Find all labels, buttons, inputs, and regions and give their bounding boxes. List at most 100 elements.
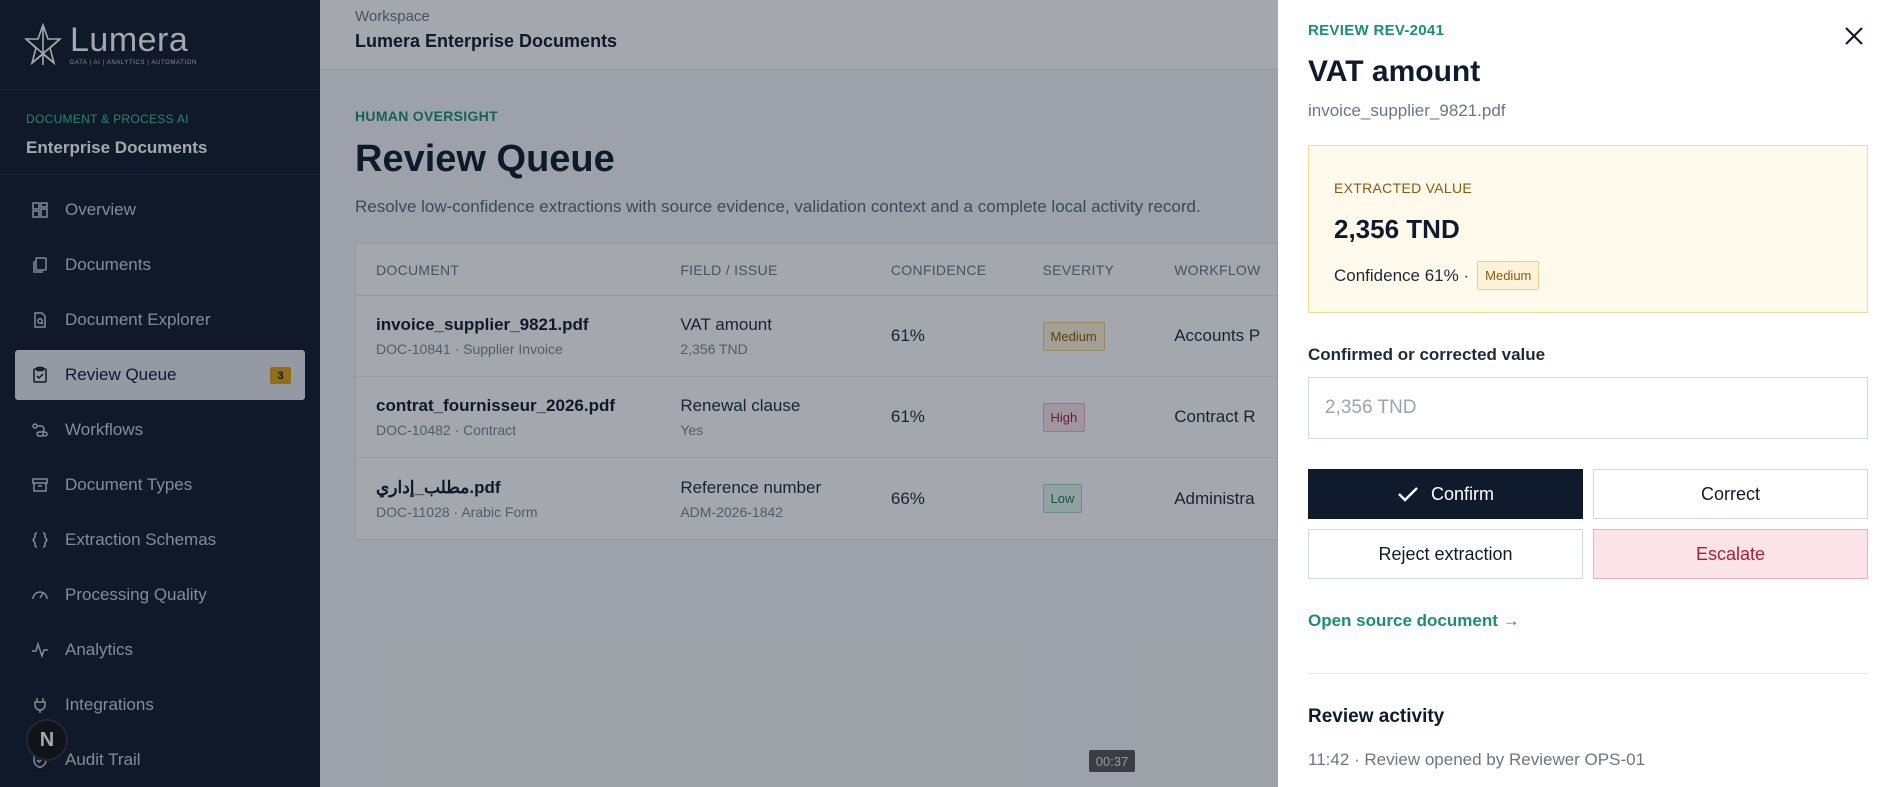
nextjs-dev-icon[interactable]: N — [26, 719, 68, 761]
correct-button[interactable]: Correct — [1593, 469, 1868, 519]
sidebar-item-label: Analytics — [65, 640, 134, 659]
column-header-field[interactable]: FIELD / ISSUE — [680, 262, 891, 278]
column-header-confidence[interactable]: CONFIDENCE — [891, 262, 1043, 278]
documents-icon — [31, 256, 49, 274]
sidebar-item-analytics[interactable]: Analytics — [15, 625, 305, 675]
file-search-icon — [31, 311, 49, 329]
confirm-button[interactable]: Confirm — [1308, 469, 1583, 519]
field-name: VAT amount — [680, 315, 772, 334]
sidebar-item-label: Integrations — [65, 695, 154, 714]
field-value: ADM-2026-1842 — [680, 503, 784, 520]
review-queue-page: HUMAN OVERSIGHT Review Queue Resolve low… — [320, 70, 1278, 578]
activity-icon — [31, 641, 49, 659]
grid-icon — [31, 201, 49, 219]
workflow-icon — [31, 421, 49, 439]
clipboard-check-icon — [31, 366, 49, 384]
activity-heading: Review activity — [1308, 706, 1445, 727]
gauge-icon — [31, 586, 49, 604]
sidebar-nav: Overview Documents Document Explorer Rev… — [0, 175, 320, 785]
corrected-value-input[interactable] — [1308, 377, 1868, 439]
workflow-name: Contract R — [1174, 407, 1256, 426]
severity-badge: Medium — [1042, 321, 1105, 351]
severity-badge: Medium — [1477, 261, 1540, 290]
archive-icon — [31, 476, 49, 494]
table-row[interactable]: invoice_supplier_9821.pdf DOC-10841 · Su… — [356, 296, 1277, 377]
workflow-name: Accounts P — [1174, 326, 1261, 345]
sidebar-item-overview[interactable]: Overview — [15, 185, 305, 235]
section-kicker: DOCUMENT & PROCESS AI — [26, 112, 189, 126]
open-source-link[interactable]: Open source document → — [1308, 611, 1520, 631]
column-header-severity[interactable]: SEVERITY — [1043, 262, 1175, 278]
sidebar-item-document-types[interactable]: Document Types — [15, 460, 305, 510]
sidebar-item-review-queue[interactable]: Review Queue 3 — [15, 350, 305, 400]
workspace-label: Workspace — [355, 8, 430, 25]
sidebar-item-label: Extraction Schemas — [65, 530, 217, 549]
main-content: Workspace Lumera Enterprise Documents HU… — [320, 0, 1278, 787]
video-timer: 00:37 — [1089, 750, 1135, 772]
confidence-value: 61% — [890, 326, 925, 345]
activity-item: 11:42 · Review opened by Reviewer OPS-01 — [1308, 750, 1646, 769]
brand-logo[interactable]: Lumera DATA | AI | ANALYTICS | AUTOMATIO… — [0, 0, 320, 90]
table-row[interactable]: مطلب_إداري.pdf DOC-11028 · Arabic Form R… — [356, 458, 1277, 539]
escalate-button[interactable]: Escalate — [1593, 529, 1868, 579]
field-value: 2,356 TND — [680, 341, 748, 357]
sidebar-item-label: Audit Trail — [65, 750, 141, 769]
sidebar-item-extraction-schemas[interactable]: Extraction Schemas — [15, 515, 305, 565]
sidebar-item-label: Documents — [65, 255, 151, 274]
sidebar: Lumera DATA | AI | ANALYTICS | AUTOMATIO… — [0, 0, 320, 787]
section-title: Enterprise Documents — [26, 138, 208, 157]
drawer-filename: invoice_supplier_9821.pdf — [1308, 101, 1506, 120]
extracted-value-label: EXTRACTED VALUE — [1334, 180, 1473, 196]
sidebar-item-label: Review Queue — [65, 365, 177, 384]
document-meta: DOC-10841 · Supplier Invoice — [376, 341, 563, 357]
divider — [1308, 673, 1868, 674]
document-meta: DOC-10482 · Contract — [376, 422, 517, 438]
page-description: Resolve low-confidence extractions with … — [355, 197, 1201, 216]
field-name: Reference number — [680, 477, 822, 497]
sidebar-section: DOCUMENT & PROCESS AI Enterprise Documen… — [0, 90, 320, 175]
brand-name: Lumera — [70, 21, 189, 59]
drawer-title: VAT amount — [1308, 55, 1481, 88]
severity-badge: Low — [1042, 484, 1083, 513]
sidebar-item-label: Document Explorer — [65, 310, 211, 329]
review-count-badge: 3 — [270, 367, 291, 384]
reject-button[interactable]: Reject extraction — [1308, 529, 1583, 579]
check-icon — [1398, 487, 1418, 502]
sidebar-item-label: Workflows — [65, 420, 144, 439]
close-icon[interactable] — [1842, 24, 1866, 48]
document-name: مطلب_إداري.pdf — [376, 477, 501, 497]
sidebar-item-label: Overview — [65, 200, 136, 219]
table-row[interactable]: contrat_fournisseur_2026.pdf DOC-10482 ·… — [356, 377, 1277, 458]
extracted-value: 2,356 TND — [1334, 214, 1460, 244]
topbar: Workspace Lumera Enterprise Documents — [320, 0, 1278, 70]
page-kicker: HUMAN OVERSIGHT — [355, 108, 498, 124]
sidebar-item-label: Processing Quality — [65, 585, 207, 604]
field-value: Yes — [680, 422, 704, 438]
sidebar-item-processing-quality[interactable]: Processing Quality — [15, 570, 305, 620]
column-header-document[interactable]: DOCUMENT — [356, 262, 680, 278]
sidebar-item-documents[interactable]: Documents — [15, 240, 305, 290]
severity-badge: High — [1042, 402, 1086, 432]
extracted-value-card: EXTRACTED VALUE 2,356 TND Confidence 61%… — [1308, 145, 1868, 313]
lumera-logo-icon — [24, 22, 62, 65]
sidebar-item-document-explorer[interactable]: Document Explorer — [15, 295, 305, 345]
page-title: Review Queue — [355, 138, 615, 180]
value-input-label: Confirmed or corrected value — [1308, 345, 1546, 364]
review-id: REVIEW REV-2041 — [1308, 22, 1445, 39]
column-header-workflow[interactable]: WORKFLOW — [1174, 262, 1277, 278]
document-name: invoice_supplier_9821.pdf — [376, 315, 589, 334]
plug-icon — [31, 696, 49, 714]
brand-tagline: DATA | AI | ANALYTICS | AUTOMATION — [70, 60, 197, 66]
extracted-confidence: Confidence 61% · — [1334, 265, 1470, 285]
confidence-value: 66% — [890, 488, 925, 508]
workspace-title: Lumera Enterprise Documents — [355, 31, 618, 51]
sidebar-item-label: Document Types — [65, 475, 193, 494]
action-buttons: Confirm Correct Reject extraction Escala… — [1308, 469, 1868, 579]
confirm-label: Confirm — [1430, 483, 1494, 504]
sidebar-item-workflows[interactable]: Workflows — [15, 405, 305, 455]
braces-icon — [31, 531, 49, 549]
workflow-name: Administra — [1174, 488, 1255, 508]
confidence-value: 61% — [890, 407, 925, 426]
field-name: Renewal clause — [680, 396, 801, 415]
table-header: DOCUMENT FIELD / ISSUE CONFIDENCE SEVERI… — [356, 244, 1277, 296]
